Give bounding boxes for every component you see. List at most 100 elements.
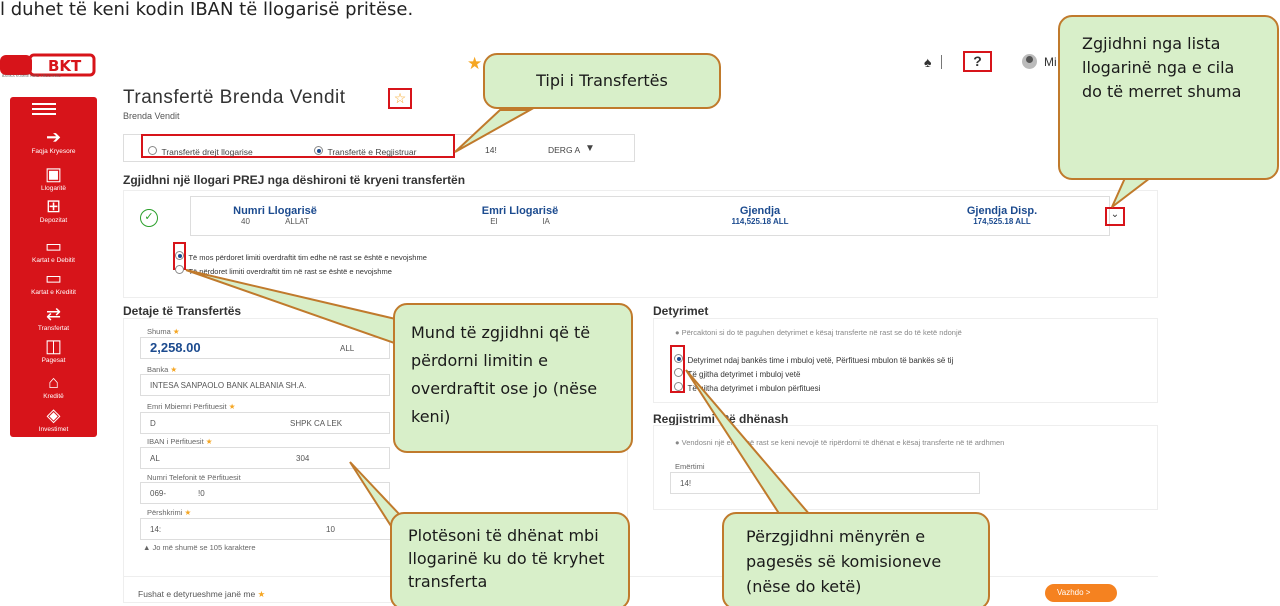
bank-label: Banka ★	[147, 365, 178, 374]
required-fields-note: Fushat e detyrueshme janë me ★	[138, 589, 266, 599]
balance-value: 114,525.18 ALL	[731, 217, 789, 226]
intro-text: l duhet të keni kodin IBAN të llogarisë …	[0, 0, 414, 20]
phone-value: 069-	[150, 489, 167, 498]
page-subtitle: Brenda Vendit	[123, 111, 180, 121]
callout-overdraft: Mund të zgjidhni që të përdorni limitin …	[393, 303, 633, 453]
footer-panel	[123, 576, 1158, 606]
iban-input[interactable]	[140, 447, 390, 469]
column-header: Gjendja	[739, 205, 781, 217]
account-number-value: 40 ALLAT	[241, 217, 309, 226]
radio-charges-beneficiary[interactable]: Të gjitha detyrimet i mbulon përfituesi	[674, 378, 820, 396]
description-value-2: 10	[326, 525, 335, 534]
description-value: 14:	[150, 525, 162, 534]
logo-caption: BANKA KOMBËTARE TREGTARE	[2, 74, 61, 78]
credit-card-icon: ▭	[44, 268, 62, 288]
callout-fill-details: Plotësoni të dhënat mbi llogarinë ku do …	[390, 512, 630, 606]
iban-value: AL	[150, 454, 160, 463]
favorites-star-icon[interactable]: ★	[467, 54, 482, 74]
radio-label: Të përdoret limiti overdraftit tim në ra…	[188, 267, 392, 276]
radio-use-overdraft[interactable]: Të përdoret limiti overdraftit tim në ra…	[175, 261, 392, 279]
register-name-label: Emërtimi	[675, 462, 705, 471]
beneficiary-name-input[interactable]	[140, 412, 390, 434]
header-divider	[941, 55, 942, 69]
sidebar-item-label: Depozitat	[39, 217, 68, 224]
callout-choose-account: Zgjidhni nga lista llogarinë nga e cila …	[1058, 15, 1279, 180]
radio-selected-icon[interactable]	[175, 251, 184, 261]
register-name-value: 14!	[680, 479, 692, 488]
svg-text:BKT: BKT	[48, 57, 82, 75]
phone-value-2: !0	[198, 489, 205, 498]
sidebar-item-loans[interactable]: ⌂ Kreditë	[10, 372, 97, 400]
column-header: Gjendja Disp.	[966, 205, 1038, 217]
sidebar-item-home[interactable]: ➔ Faqja Kryesore	[10, 127, 97, 155]
details-heading: Detaje të Transfertës	[123, 304, 242, 318]
add-favorite-star-icon[interactable]: ☆	[388, 88, 412, 109]
available-balance-col: Gjendja Disp. 174,525.18 ALL	[942, 205, 1062, 226]
continue-button[interactable]: Vazhdo >	[1045, 584, 1117, 602]
available-balance-value: 174,525.18 ALL	[973, 217, 1031, 226]
chevron-down-icon[interactable]: ▼	[585, 143, 595, 154]
investments-icon: ◈	[46, 405, 61, 425]
register-name-input[interactable]	[670, 472, 980, 494]
iban-value-2: 304	[296, 454, 310, 463]
sidebar-item-label: Llogaritë	[41, 185, 66, 192]
info-icon: ●	[675, 438, 680, 447]
column-header: Numri Llogarisë	[233, 205, 317, 217]
sidebar-item-label: Faqja Kryesore	[31, 148, 76, 155]
info-icon: ●	[675, 328, 680, 337]
sidebar-item-debit-cards[interactable]: ▭ Kartat e Debitit	[10, 236, 97, 264]
debit-card-icon: ▭	[44, 236, 62, 256]
account-name-col: Emri Llogarisë EI IA	[460, 205, 580, 226]
amount-value: 2,258.00	[150, 340, 201, 355]
page-title: Transfertë Brenda Vendit	[123, 87, 346, 108]
radio-transfer-to-account[interactable]: Transfertë drejt llogarise	[148, 142, 253, 160]
from-account-heading: Zgjidhni një llogari PREJ nga dëshironi …	[123, 173, 466, 187]
notification-bell-icon[interactable]: ♠	[924, 54, 931, 70]
home-icon: ➔	[45, 127, 62, 147]
radio-selected-icon[interactable]	[674, 354, 683, 364]
beneficiary-name-label: Emri Mbiemri Përfituesit ★	[147, 402, 236, 411]
radio-icon[interactable]	[175, 265, 184, 275]
expand-accounts-chevron-icon[interactable]: ⌄	[1105, 207, 1125, 226]
currency-select[interactable]: ALL	[340, 344, 354, 353]
amount-label: Shuma ★	[147, 327, 180, 336]
selected-check-icon: ✓	[140, 209, 158, 227]
callout-transfer-type: Tipi i Transfertës	[483, 53, 721, 109]
radio-icon[interactable]	[674, 382, 683, 392]
user-avatar-icon[interactable]	[1022, 54, 1037, 69]
sidebar-item-transfers[interactable]: ⇄ Transfertat	[10, 304, 97, 332]
radio-icon[interactable]	[674, 368, 683, 378]
sidebar-item-deposits[interactable]: ⊞ Depozitat	[10, 196, 97, 224]
menu-burger-icon[interactable]	[32, 103, 56, 115]
phone-label: Numri Telefonit të Përfituesit	[147, 473, 241, 482]
user-name[interactable]: Mi	[1044, 55, 1057, 69]
sidebar-item-credit-cards[interactable]: ▭ Kartat e Kreditit	[10, 268, 97, 296]
iban-label: IBAN i Përfituesit ★	[147, 437, 213, 446]
help-button[interactable]: ?	[963, 51, 992, 72]
sidebar-item-investments[interactable]: ◈ Investimet	[10, 405, 97, 433]
charges-heading: Detyrimet	[653, 304, 709, 318]
radio-label: Të gjitha detyrimet i mbulon përfituesi	[687, 384, 821, 393]
phone-input[interactable]	[140, 482, 390, 504]
registered-transfer-select[interactable]: 14!	[485, 145, 497, 155]
sidebar-item-label: Pagesat	[41, 357, 66, 364]
radio-registered-transfer[interactable]: Transfertë e Regjistruar	[314, 142, 416, 160]
sidebar-item-label: Kartat e Kreditit	[31, 289, 76, 296]
beneficiary-name-value-2: SHPK CA LEK	[290, 419, 343, 428]
sidebar-item-accounts[interactable]: ▣ Llogaritë	[10, 164, 97, 192]
description-label: Përshkrimi ★	[147, 508, 192, 517]
column-header: Emri Llogarisë	[481, 205, 559, 217]
charges-info: ● Përcaktoni si do të paguhen detyrimet …	[675, 328, 962, 337]
radio-icon[interactable]	[148, 146, 157, 156]
radio-label: Transfertë drejt llogarise	[161, 147, 253, 157]
account-name-value: EI IA	[490, 217, 550, 226]
sidebar-item-label: Kreditë	[43, 393, 64, 400]
registered-transfer-select-name[interactable]: DERG A	[548, 145, 580, 155]
register-heading: Regjistrimi i të dhënash	[653, 412, 789, 426]
radio-selected-icon[interactable]	[314, 146, 323, 156]
warning-icon: ▲	[143, 543, 151, 552]
sidebar-item-payments[interactable]: ◫ Pagesat	[10, 336, 97, 364]
screenshot-root: l duhet të keni kodin IBAN të llogarisë …	[0, 0, 1280, 606]
radio-label: Transfertë e Regjistruar	[327, 147, 417, 157]
register-info: ● Vendosni një emër në rast se keni nevo…	[675, 438, 1005, 447]
